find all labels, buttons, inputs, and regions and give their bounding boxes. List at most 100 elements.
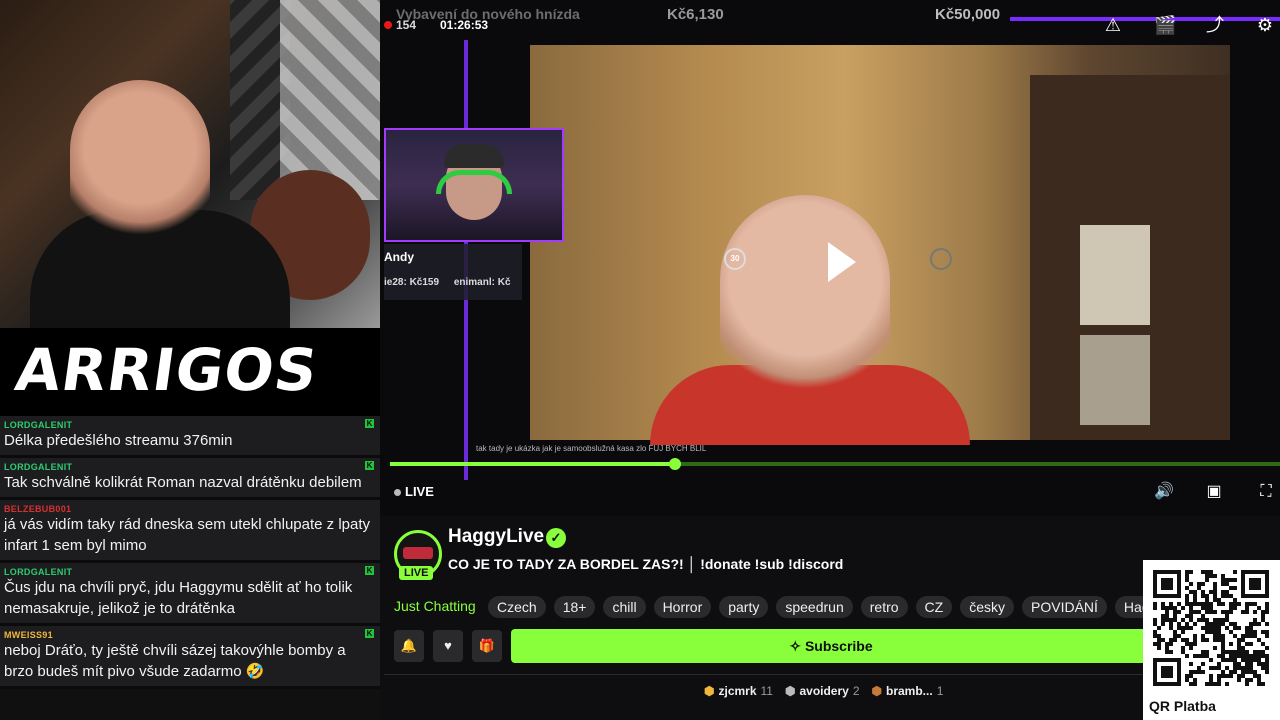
tag[interactable]: Czech [488, 596, 546, 618]
arrigos-logo: ARRIGOS [11, 336, 323, 404]
chat-text: neboj Dráťo, ty ještě chvíli sázej takov… [4, 642, 346, 680]
recent-sub: enimanl: Kč [453, 277, 511, 288]
headphones [436, 170, 512, 194]
subscribe-button[interactable]: ✧ Subscribe [511, 629, 1151, 663]
door-glass [1080, 335, 1150, 425]
goal-target: Kč50,000 [935, 6, 1001, 23]
tag[interactable]: Horror [653, 596, 712, 618]
gift-icon[interactable]: 🎁 [472, 630, 502, 662]
leaderboard-item[interactable]: ⬢ bramb... 1 [872, 684, 944, 698]
tag[interactable]: speedrun [776, 596, 853, 618]
video-subtitle: tak tady je ukázka jak je samoobslužná k… [476, 444, 707, 453]
chat-username: LORDGALENIT [4, 420, 73, 430]
verified-icon: ✓ [546, 528, 566, 548]
category-link[interactable]: Just Chatting [394, 598, 476, 614]
viewer-count-value: 154 [396, 18, 417, 32]
clip-icon[interactable]: 🎬 [1154, 14, 1176, 36]
gift-badge-icon: ⬢ [704, 684, 715, 698]
gift-leaderboard: ⬢ zjcmrk 11 ⬢ avoidery 2 ⬢ bramb... 1 [704, 684, 943, 698]
heart-icon[interactable]: ♥ [433, 630, 463, 662]
leader-count: 11 [760, 684, 773, 698]
streamer-webcam [0, 0, 380, 328]
stream-overlay-topbar: Vybavení do nového hnízda 154 01:26:53 K… [380, 0, 1280, 44]
chat-text: Délka předešlého streamu 376min [4, 432, 233, 449]
tag[interactable]: POVIDÁNÍ [1022, 596, 1107, 618]
chat-message: LORDGALENIT K Čus jdu na chvíli pryč, jd… [0, 563, 380, 626]
uptime: 01:26:53 [440, 18, 489, 32]
guest-cam-name: Andy [384, 250, 414, 264]
leader-name: bramb... [886, 684, 933, 698]
video-frame [530, 45, 1230, 445]
live-badge: LIVE [399, 566, 434, 580]
warning-icon[interactable]: ⚠ [1102, 14, 1124, 36]
chat-username: BELZEBUB001 [4, 504, 72, 514]
leader-name: avoidery [799, 684, 849, 698]
tag[interactable]: 18+ [553, 596, 596, 618]
progress-fill [390, 462, 675, 466]
streamer-face [70, 80, 210, 250]
fullscreen-icon[interactable]: ⛶ [1256, 482, 1276, 502]
leader-name: zjcmrk [718, 684, 757, 698]
tag[interactable]: retro [860, 596, 908, 618]
door-glass [1080, 225, 1150, 325]
guest-face [720, 195, 890, 405]
acoustic-panel [280, 0, 380, 200]
gift-badge-icon: ⬢ [871, 684, 882, 698]
forward-icon[interactable] [930, 248, 952, 270]
chat-username: LORDGALENIT [4, 462, 73, 472]
leaderboard-item[interactable]: ⬢ avoidery 2 [785, 684, 860, 698]
tag[interactable]: CZ [915, 596, 953, 618]
chat-overlay: LORDGALENIT K Délka předešlého streamu 3… [0, 416, 380, 720]
chat-message: BELZEBUB001 já vás vidím taky rád dneska… [0, 500, 380, 563]
play-icon[interactable] [828, 242, 856, 282]
video-player[interactable]: Vybavení do nového hnízda 154 01:26:53 K… [380, 0, 1280, 516]
channel-name[interactable]: HaggyLive [448, 526, 544, 548]
bell-icon[interactable]: 🔔 [394, 630, 424, 662]
progress-bar[interactable] [390, 458, 1280, 470]
avatar-logo [403, 547, 433, 559]
chat-username: LORDGALENIT [4, 567, 73, 577]
stream-title: CO JE TO TADY ZA BORDEL ZAS?! │ !donate … [448, 556, 844, 572]
kick-badge-icon: K [365, 566, 374, 575]
tag[interactable]: chill [603, 596, 646, 618]
viewer-count: 154 [384, 18, 416, 32]
progress-knob[interactable] [668, 458, 681, 470]
volume-icon[interactable]: 🔊 [1154, 482, 1174, 502]
tag-list: Czech 18+ chill Horror party speedrun re… [488, 596, 1167, 618]
cap [444, 144, 504, 168]
tag[interactable]: party [719, 596, 769, 618]
subscribe-star-icon: ✧ [789, 638, 805, 654]
kick-badge-icon: K [365, 629, 374, 638]
gift-badge-icon: ⬢ [784, 684, 796, 698]
live-dot-icon [394, 489, 401, 497]
chat-message: LORDGALENIT K Tak schválně kolikrát Roma… [0, 458, 380, 500]
leader-count: 2 [852, 684, 860, 698]
recent-sub: ie28: Kč159 [384, 277, 440, 288]
chat-username: MWEISS91 [4, 630, 53, 640]
qr-payment-panel: QR Platba [1143, 560, 1280, 720]
pip-icon[interactable]: ▣ [1204, 482, 1224, 502]
rewind-30-icon[interactable]: 30 [724, 248, 746, 270]
guest-webcam [384, 128, 564, 242]
chat-text: Čus jdu na chvíli pryč, jdu Haggymu sděl… [4, 579, 353, 617]
live-label: LIVE [405, 484, 434, 499]
leader-count: 1 [936, 684, 944, 698]
kick-badge-icon: K [365, 419, 374, 428]
share-icon[interactable]: ⤴ [1204, 14, 1226, 36]
chat-text: já vás vidím taky rád dneska sem utekl c… [4, 516, 371, 554]
divider [384, 674, 1144, 675]
recent-subs: ie28: Kč159 enimanl: Kč [384, 277, 511, 288]
subscribe-label: Subscribe [804, 638, 873, 654]
leaderboard-item[interactable]: ⬢ zjcmrk 11 [704, 684, 773, 698]
qr-label: QR Platba [1149, 698, 1216, 714]
gear-icon[interactable]: ⚙ [1254, 14, 1276, 36]
chat-text: Tak schválně kolikrát Roman nazval drátě… [4, 474, 362, 491]
qr-code-icon [1153, 570, 1269, 686]
chat-message: MWEISS91 K neboj Dráťo, ty ještě chvíli … [0, 626, 380, 689]
chat-message: LORDGALENIT K Délka předešlého streamu 3… [0, 416, 380, 458]
live-indicator[interactable]: LIVE [394, 484, 434, 499]
goal-current: Kč6,130 [667, 6, 724, 23]
goal-bar [1010, 17, 1280, 21]
kick-badge-icon: K [365, 461, 374, 470]
tag[interactable]: česky [960, 596, 1015, 618]
